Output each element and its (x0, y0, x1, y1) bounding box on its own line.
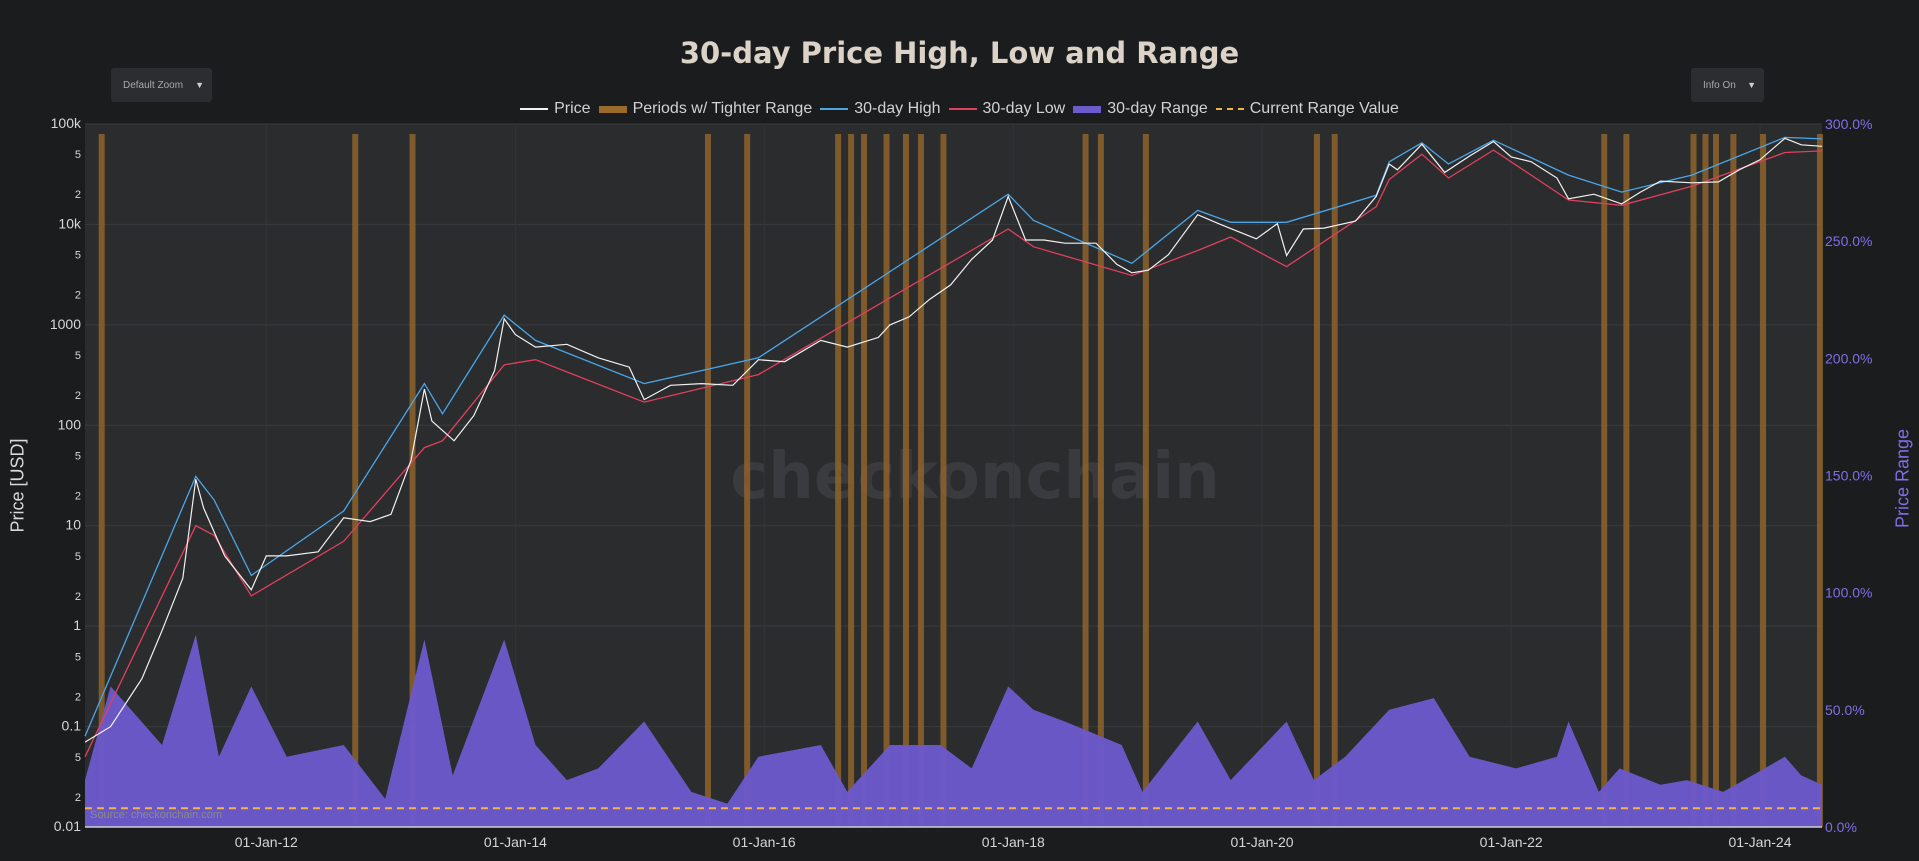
y-left-tick-label: 0.01 (54, 818, 81, 834)
y-right-tick-label: 150.0% (1825, 468, 1872, 484)
y-right-tick-label: 100.0% (1825, 585, 1872, 601)
tighter-range-bar (917, 134, 924, 827)
source-label: Source: checkonchain.com (90, 809, 222, 821)
x-tick-label: 01-Jan-16 (733, 834, 796, 850)
tighter-range-bar (1713, 134, 1720, 827)
y-left-tick-label: 2 (75, 390, 81, 402)
x-tick-label: 01-Jan-22 (1480, 834, 1543, 850)
tighter-range-bar (1142, 134, 1149, 827)
chart-svg: checkonchain 0.01250.1251251025100251000… (50, 115, 1873, 850)
tighter-range-bar (902, 134, 909, 827)
y-left-tick-label: 100k (51, 115, 82, 131)
y-left-tick-label: 5 (75, 250, 81, 262)
y-left-tick-label: 5 (75, 451, 81, 463)
y-left-tick-label: 5 (75, 149, 81, 161)
tighter-range-bar (861, 134, 868, 827)
tighter-range-bar (704, 134, 711, 827)
y-right-tick-label: 0.0% (1825, 819, 1857, 835)
y-left-tick-label: 0.1 (62, 718, 82, 734)
y-left-tick-label: 5 (75, 651, 81, 663)
y-left-tick-label: 2 (75, 189, 81, 201)
tighter-range-bar (1331, 134, 1338, 827)
y-left-tick-label: 2 (75, 290, 81, 302)
y-axis-left-title: Price [USD] (7, 438, 28, 533)
y-left-tick-label: 1 (73, 617, 81, 633)
x-axis: 01-Jan-12 01-Jan-14 01-Jan-16 01-Jan-18 01-J… (85, 826, 1822, 850)
tighter-range-bar (1690, 134, 1697, 827)
tighter-range-bar (883, 134, 890, 827)
tighter-range-bar (1760, 134, 1767, 827)
tighter-range-bar (1313, 134, 1320, 827)
y-left-tick-label: 2 (75, 490, 81, 502)
tighter-range-bar (1702, 134, 1709, 827)
y-axis-right-title: Price Range (1892, 428, 1913, 529)
y-left-tick-label: 10k (58, 215, 82, 231)
x-tick-label: 01-Jan-14 (484, 834, 547, 850)
tighter-range-bar (744, 134, 751, 827)
tighter-range-bar (1730, 134, 1737, 827)
y-axis-right: 0.0% 50.0% 100.0% 150.0% 200.0% 250.0% 300.0% (1825, 116, 1872, 835)
y-left-tick-label: 10 (65, 517, 81, 533)
y-left-tick-label: 1000 (50, 316, 81, 332)
x-tick-label: 01-Jan-20 (1231, 834, 1294, 850)
y-left-tick-label: 5 (75, 752, 81, 764)
y-left-tick-label: 5 (75, 551, 81, 563)
y-right-tick-label: 50.0% (1825, 702, 1865, 718)
tighter-range-bar (1623, 134, 1630, 827)
x-tick-label: 01-Jan-24 (1728, 834, 1791, 850)
y-left-tick-label: 100 (58, 416, 82, 432)
y-left-tick-label: 2 (75, 691, 81, 703)
tighter-range-bar (1601, 134, 1608, 827)
tighter-range-bar (835, 134, 842, 827)
y-right-tick-label: 300.0% (1825, 116, 1872, 132)
tighter-range-bar (848, 134, 855, 827)
y-axis-left: 0.01 2 5 0.1 2 5 1 2 5 10 2 5 100 2 5 1000 2 5 10k 2 5 100k (50, 115, 82, 834)
y-left-tick-label: 2 (75, 792, 81, 804)
tighter-range-bar (352, 134, 359, 827)
y-right-tick-label: 200.0% (1825, 350, 1872, 366)
y-left-tick-label: 2 (75, 591, 81, 603)
tighter-range-bar (1082, 134, 1089, 827)
tighter-range-bar (1816, 134, 1823, 827)
x-tick-label: 01-Jan-12 (235, 834, 298, 850)
tighter-range-bar (1097, 134, 1104, 827)
x-tick-label: 01-Jan-18 (982, 834, 1045, 850)
y-right-tick-label: 250.0% (1825, 233, 1872, 249)
y-left-tick-label: 5 (75, 350, 81, 362)
